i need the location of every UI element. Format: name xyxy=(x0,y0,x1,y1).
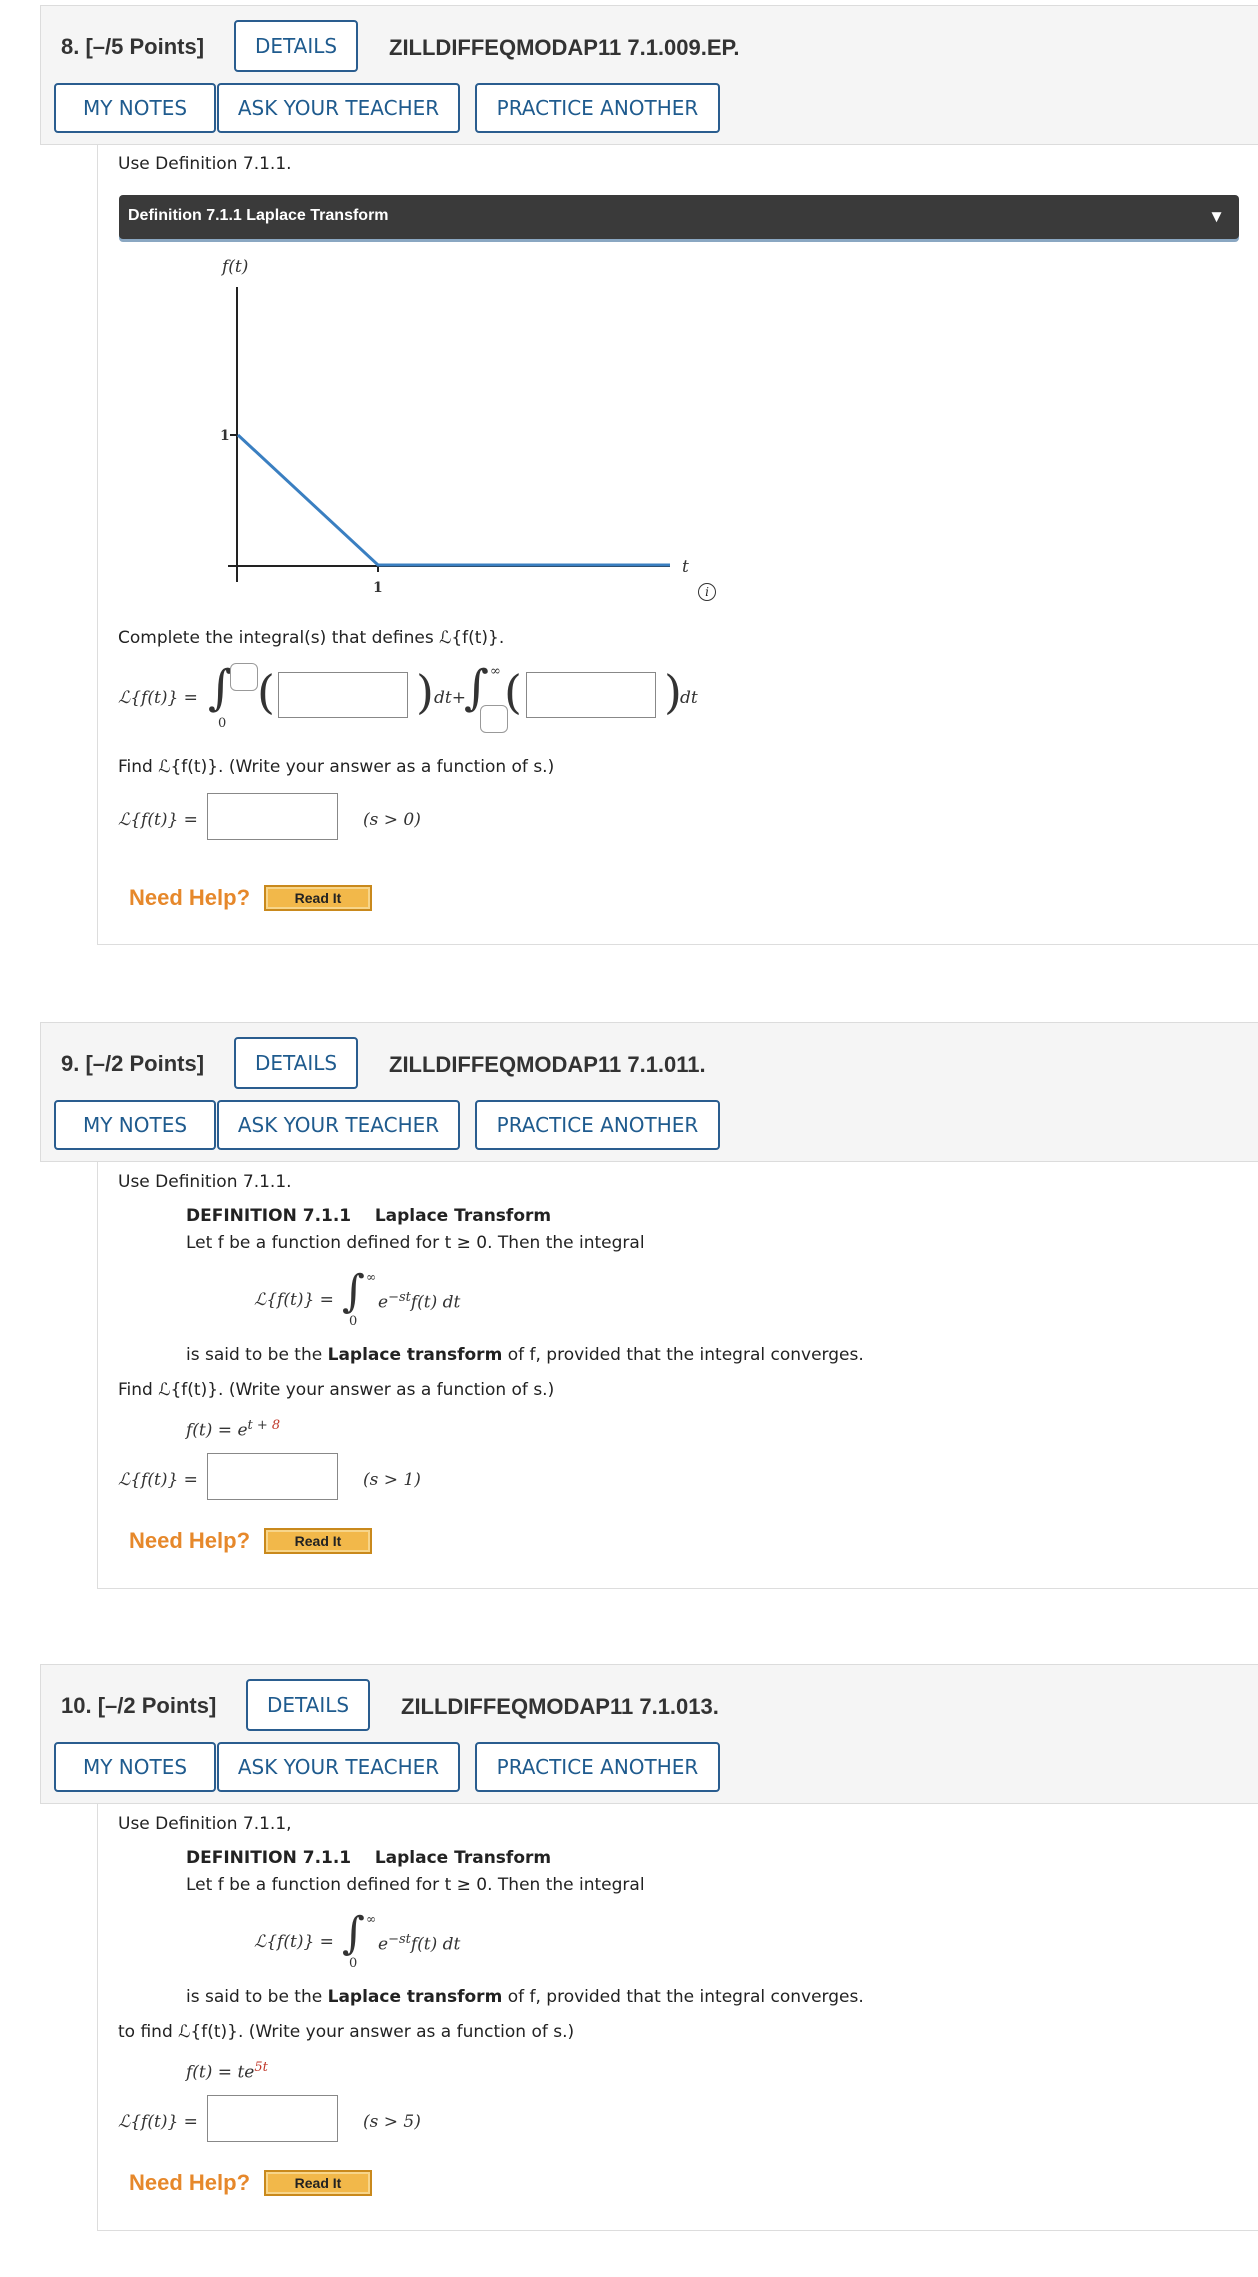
q9-definition-line: Let f be a function defined for t ≥ 0. T… xyxy=(186,1233,645,1253)
q9-condition: (s > 1) xyxy=(363,1470,421,1490)
q9-answer-input[interactable] xyxy=(207,1453,338,1500)
q8-use-definition: Use Definition 7.1.1. xyxy=(118,154,292,174)
q8-practice-another-button[interactable]: PRACTICE ANOTHER xyxy=(475,83,720,133)
q10-find-prompt: to find ℒ{f(t)}. (Write your answer as a… xyxy=(118,2022,575,2042)
graph-x-label: t xyxy=(682,557,689,577)
q10-number: 10. [–/2 Points] xyxy=(61,1693,217,1718)
paren-close-icon: ) xyxy=(416,665,434,719)
q10-practice-another-button[interactable]: PRACTICE ANOTHER xyxy=(475,1742,720,1792)
q8-find-prompt: Find ℒ{f(t)}. (Write your answer as a fu… xyxy=(118,757,555,777)
q9-definition-title: DEFINITION 7.1.1 Laplace Transform xyxy=(186,1206,552,1226)
q8-read-it-button[interactable]: Read It xyxy=(264,885,372,911)
q10-details-button[interactable]: DETAILS xyxy=(246,1679,370,1731)
q9-need-help: Need Help? xyxy=(129,1528,251,1553)
q9-use-definition: Use Definition 7.1.1. xyxy=(118,1172,292,1192)
q8-header: 8. [–/5 Points] DETAILS ZILLDIFFEQMODAP1… xyxy=(40,5,1258,145)
q10-read-it-button[interactable]: Read It xyxy=(264,2170,372,2196)
q8-answer-lhs: ℒ{f(t)} = xyxy=(118,810,198,830)
q9-def-lhs: ℒ{f(t)} = xyxy=(254,1290,334,1310)
q8-integral-lhs: ℒ{f(t)} = xyxy=(118,688,198,708)
q10-definition-line: Let f be a function defined for t ≥ 0. T… xyxy=(186,1875,645,1895)
q10-use-definition: Use Definition 7.1.1, xyxy=(118,1814,292,1834)
integral-sign-icon: ∫ xyxy=(342,1908,365,1959)
q10-condition: (s > 5) xyxy=(363,2112,421,2132)
q10-def-lhs: ℒ{f(t)} = xyxy=(254,1932,334,1952)
q8-need-help: Need Help? xyxy=(129,885,251,910)
q10-def-integrand: e−stf(t) dt xyxy=(378,1932,461,1955)
q10-my-notes-button[interactable]: MY NOTES xyxy=(54,1742,216,1792)
q10-ask-teacher-button[interactable]: ASK YOUR TEACHER xyxy=(217,1742,460,1792)
q10-need-help: Need Help? xyxy=(129,2170,251,2195)
q9-number: 9. [–/2 Points] xyxy=(61,1051,205,1076)
q8-number: 8. [–/5 Points] xyxy=(61,34,205,59)
q9-def-upper: ∞ xyxy=(366,1270,376,1284)
q8-lower-limit-1: 0 xyxy=(218,716,227,731)
q8-my-notes-button[interactable]: MY NOTES xyxy=(54,83,216,133)
q9-ask-teacher-button[interactable]: ASK YOUR TEACHER xyxy=(217,1100,460,1150)
q9-problem-code: ZILLDIFFEQMODAP11 7.1.011. xyxy=(389,1052,706,1077)
paren-open-icon: ( xyxy=(257,665,275,719)
q10-header: 10. [–/2 Points] DETAILS ZILLDIFFEQMODAP… xyxy=(40,1664,1258,1804)
q9-function: f(t) = et + 8 xyxy=(186,1418,281,1441)
chevron-down-icon: ▼ xyxy=(1208,207,1225,226)
q8-problem-code: ZILLDIFFEQMODAP11 7.1.009.EP. xyxy=(389,35,740,60)
q8-definition-title: Definition 7.1.1 Laplace Transform xyxy=(128,207,389,224)
q10-definition-said: is said to be the Laplace transform of f… xyxy=(186,1987,864,2007)
q9-read-it-button[interactable]: Read It xyxy=(264,1528,372,1554)
q8-ask-teacher-button[interactable]: ASK YOUR TEACHER xyxy=(217,83,460,133)
q9-def-lower: 0 xyxy=(349,1314,358,1329)
q9-body xyxy=(97,1162,1258,1589)
q9-my-notes-button[interactable]: MY NOTES xyxy=(54,1100,216,1150)
graph-x-tick-label: 1 xyxy=(373,580,383,596)
q8-upper-limit-input-1[interactable] xyxy=(230,663,258,691)
q8-definition-toggle[interactable]: Definition 7.1.1 Laplace Transform ▼ xyxy=(119,195,1239,239)
paren-open-icon: ( xyxy=(504,665,522,719)
q9-find-prompt: Find ℒ{f(t)}. (Write your answer as a fu… xyxy=(118,1380,555,1400)
q8-complete-prompt: Complete the integral(s) that defines ℒ{… xyxy=(118,628,505,648)
q8-answer-input[interactable] xyxy=(207,793,338,840)
q10-function: f(t) = te5t xyxy=(186,2060,268,2083)
q10-def-lower: 0 xyxy=(349,1956,358,1971)
q10-problem-code: ZILLDIFFEQMODAP11 7.1.013. xyxy=(401,1694,719,1719)
q8-graph: f(t) t 1 1 xyxy=(220,257,689,596)
q8-integrand-input-1[interactable] xyxy=(278,672,408,718)
q9-answer-lhs: ℒ{f(t)} = xyxy=(118,1470,198,1490)
graph-function-line xyxy=(236,433,670,567)
q8-details-button[interactable]: DETAILS xyxy=(234,20,358,72)
info-icon[interactable]: i xyxy=(698,583,716,601)
q10-definition-title: DEFINITION 7.1.1 Laplace Transform xyxy=(186,1848,552,1868)
q8-condition: (s > 0) xyxy=(363,810,421,830)
graph-y-label: f(t) xyxy=(220,257,248,277)
graph-y-tick-label: 1 xyxy=(220,428,230,444)
q10-answer-input[interactable] xyxy=(207,2095,338,2142)
q9-header: 9. [–/2 Points] DETAILS ZILLDIFFEQMODAP1… xyxy=(40,1022,1258,1162)
q9-details-button[interactable]: DETAILS xyxy=(234,1037,358,1089)
q8-upper-limit-2: ∞ xyxy=(490,664,501,679)
q9-def-integrand: e−stf(t) dt xyxy=(378,1290,461,1313)
q10-body xyxy=(97,1804,1258,2231)
q9-definition-said: is said to be the Laplace transform of f… xyxy=(186,1345,864,1365)
q10-answer-lhs: ℒ{f(t)} = xyxy=(118,2112,198,2132)
q9-practice-another-button[interactable]: PRACTICE ANOTHER xyxy=(475,1100,720,1150)
integral-sign-icon: ∫ xyxy=(342,1266,365,1317)
q8-dt: dt xyxy=(680,688,698,708)
q8-dt-plus: dt+ xyxy=(434,688,466,708)
q10-def-upper: ∞ xyxy=(366,1912,376,1926)
q8-integrand-input-2[interactable] xyxy=(526,672,656,718)
